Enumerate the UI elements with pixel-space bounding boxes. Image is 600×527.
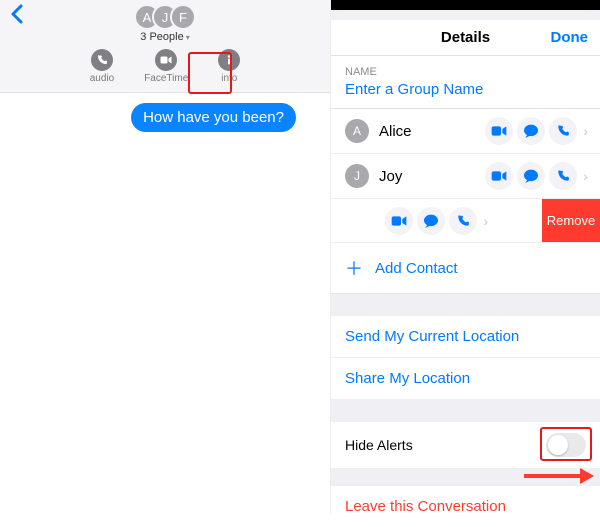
phone-icon xyxy=(91,49,113,71)
member-name: Alice xyxy=(379,123,412,140)
member-name: Joy xyxy=(379,168,402,185)
message-button[interactable] xyxy=(517,162,545,190)
hide-alerts-toggle[interactable] xyxy=(546,433,586,457)
group-avatars[interactable]: A J F xyxy=(0,4,330,30)
status-bar xyxy=(331,0,600,10)
messages-conversation-view: A J F 3 People▾ audio FaceTime xyxy=(0,0,330,514)
section-gap xyxy=(331,400,600,422)
video-call-button[interactable] xyxy=(485,162,513,190)
audio-button[interactable]: audio xyxy=(90,49,114,84)
details-sheet: Details Done NAME Enter a Group Name A A… xyxy=(330,0,600,514)
back-button[interactable] xyxy=(10,4,24,24)
member-row-swiped[interactable]: ye › Remove xyxy=(331,199,600,243)
send-location-button[interactable]: Send My Current Location xyxy=(331,316,600,358)
people-count[interactable]: 3 People▾ xyxy=(0,31,330,43)
plus-icon: ＋ xyxy=(345,255,363,281)
chevron-right-icon: › xyxy=(583,168,588,184)
hide-alerts-row: Hide Alerts xyxy=(331,422,600,469)
message-button[interactable] xyxy=(417,207,445,235)
message-button[interactable] xyxy=(517,117,545,145)
message-row: How have you been? xyxy=(0,93,330,132)
details-header: Details Done xyxy=(331,20,600,56)
video-call-button[interactable] xyxy=(385,207,413,235)
section-gap xyxy=(331,294,600,316)
sheet-background-cap xyxy=(335,10,596,20)
chat-header: A J F 3 People▾ audio FaceTime xyxy=(0,0,330,93)
sent-message-bubble[interactable]: How have you been? xyxy=(131,103,296,132)
toggle-knob xyxy=(548,435,568,455)
remove-button[interactable]: Remove xyxy=(542,199,600,243)
group-name-field[interactable]: Enter a Group Name xyxy=(331,81,600,109)
hide-alerts-label: Hide Alerts xyxy=(345,437,413,453)
header-actions: audio FaceTime info xyxy=(0,49,330,84)
avatar: J xyxy=(345,164,369,188)
video-call-button[interactable] xyxy=(485,117,513,145)
done-button[interactable]: Done xyxy=(551,29,589,46)
member-row[interactable]: J Joy › xyxy=(331,154,600,199)
call-button[interactable] xyxy=(449,207,477,235)
info-button[interactable]: info xyxy=(218,49,240,84)
call-button[interactable] xyxy=(549,162,577,190)
section-label-name: NAME xyxy=(331,56,600,81)
share-location-button[interactable]: Share My Location xyxy=(331,358,600,400)
video-icon xyxy=(155,49,177,71)
avatar: A xyxy=(345,119,369,143)
facetime-button[interactable]: FaceTime xyxy=(144,49,188,84)
leave-conversation-button[interactable]: Leave this Conversation xyxy=(331,485,600,527)
add-contact-button[interactable]: ＋ Add Contact xyxy=(331,243,600,294)
chevron-down-icon: ▾ xyxy=(186,33,190,42)
call-button[interactable] xyxy=(549,117,577,145)
avatar: F xyxy=(170,4,196,30)
section-gap xyxy=(331,469,600,485)
chevron-right-icon: › xyxy=(583,123,588,139)
info-icon xyxy=(218,49,240,71)
member-row[interactable]: A Alice › xyxy=(331,109,600,154)
page-title: Details xyxy=(441,29,490,46)
chevron-right-icon: › xyxy=(483,213,488,229)
